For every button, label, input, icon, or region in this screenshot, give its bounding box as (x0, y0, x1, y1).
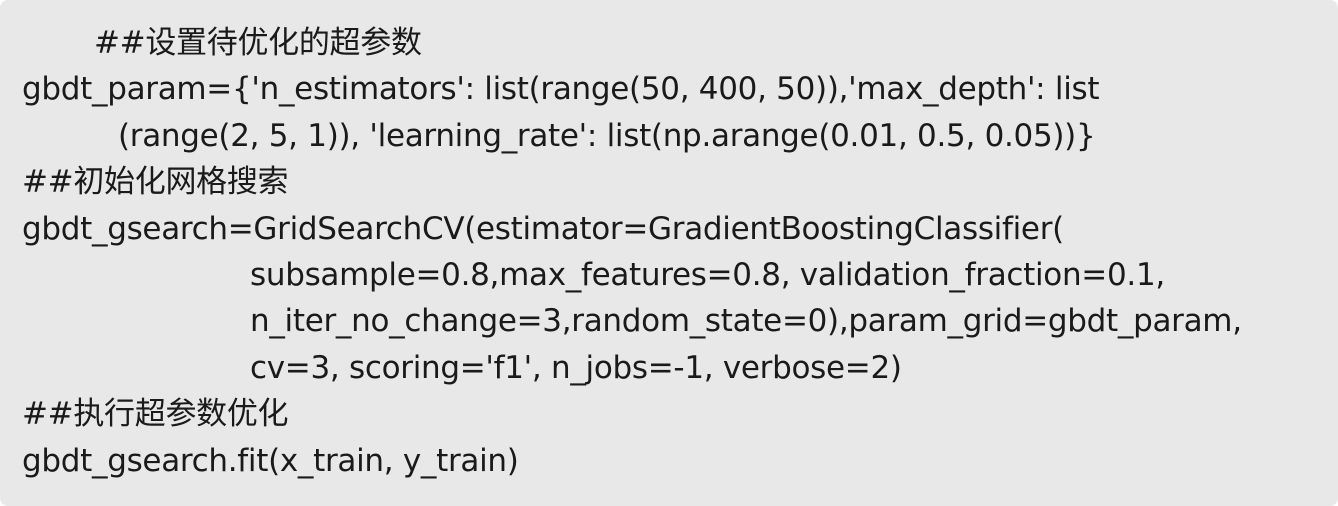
code-line: (range(2, 5, 1)), 'learning_rate': list(… (118, 117, 1096, 154)
code-comment-line: ##设置待优化的超参数 (94, 25, 422, 61)
code-comment-line: ##执行超参数优化 (22, 396, 289, 433)
code-line: n_iter_no_change=3,random_state=0),param… (250, 303, 1242, 340)
code-line: cv=3, scoring='f1', n_jobs=-1, verbose=2… (250, 349, 902, 386)
code-line: subsample=0.8,max_features=0.8, validati… (250, 256, 1165, 293)
code-comment-line: ##初始化网格搜索 (22, 164, 289, 201)
code-block: ##设置待优化的超参数 gbdt_param={'n_estimators': … (0, 0, 1338, 506)
code-line: gbdt_gsearch=GridSearchCV(estimator=Grad… (22, 210, 1064, 247)
code-line: gbdt_gsearch.fit(x_train, y_train) (22, 442, 519, 479)
code-line: gbdt_param={'n_estimators': list(range(5… (22, 71, 1100, 108)
